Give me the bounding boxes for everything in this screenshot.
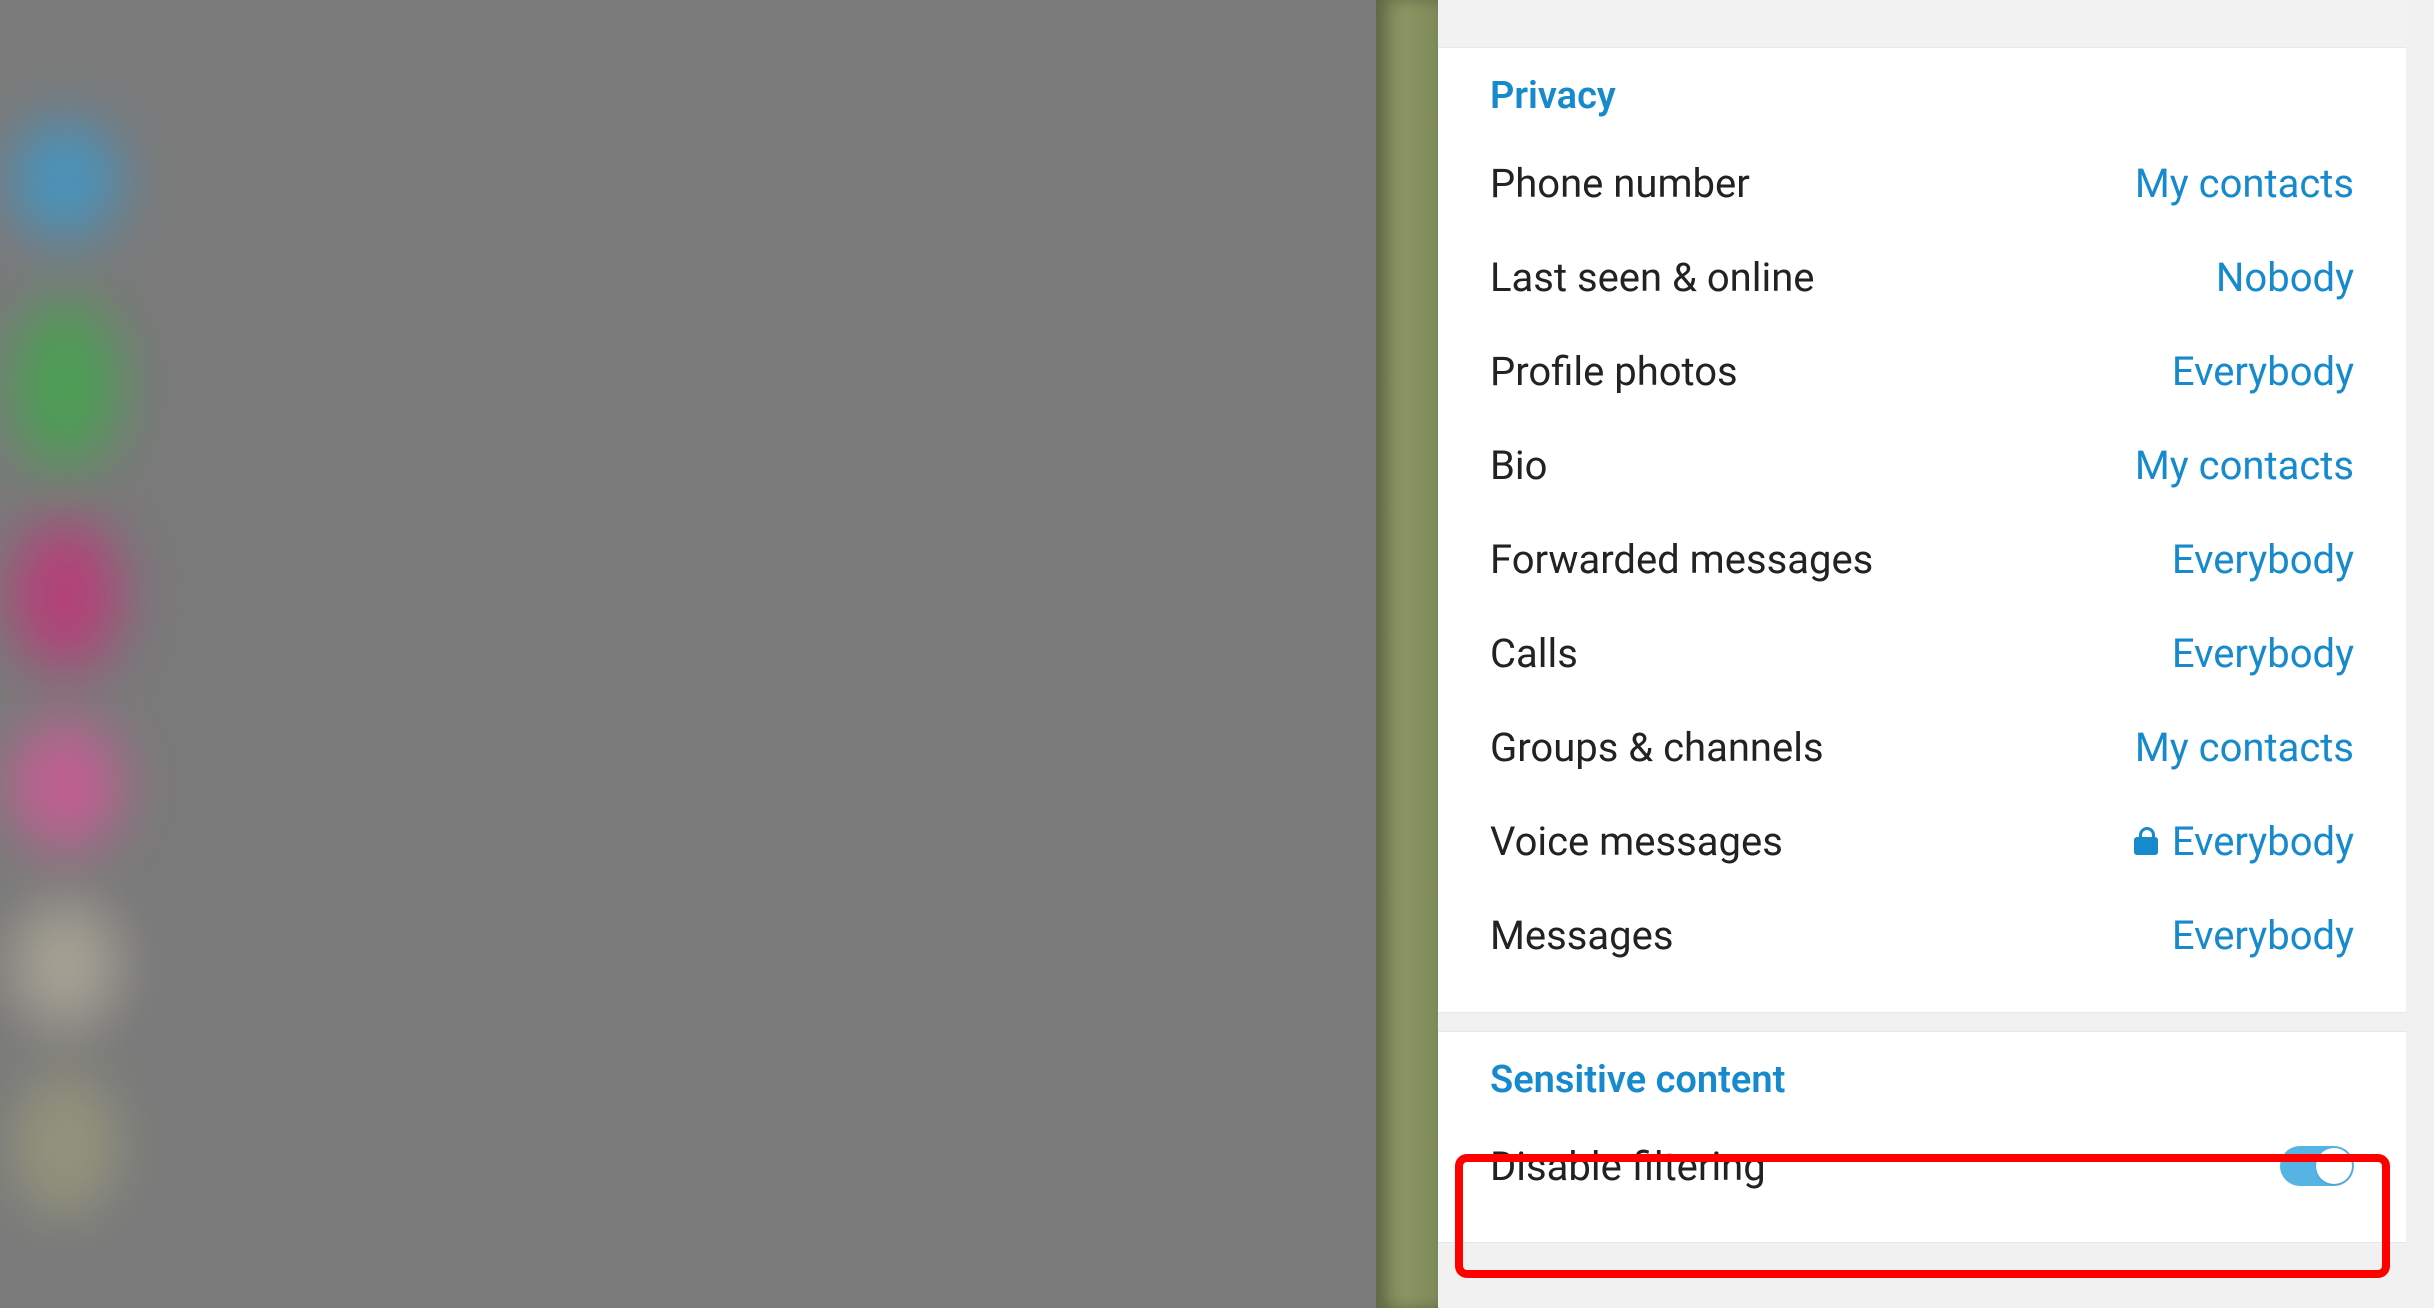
sensitive-content-section-card: Sensitive content Disable filtering xyxy=(1438,1032,2406,1242)
row-label: Phone number xyxy=(1490,160,1750,207)
dimmed-background xyxy=(0,0,1376,1308)
privacy-row-forwarded-messages[interactable]: Forwarded messages Everybody xyxy=(1438,512,2406,606)
sensitive-content-section-title: Sensitive content xyxy=(1438,1058,2406,1120)
row-value: Everybody xyxy=(2172,536,2354,583)
privacy-row-profile-photos[interactable]: Profile photos Everybody xyxy=(1438,324,2406,418)
row-label: Messages xyxy=(1490,912,1674,959)
disable-filtering-row[interactable]: Disable filtering xyxy=(1438,1120,2406,1212)
row-label: Last seen & online xyxy=(1490,254,1815,301)
row-value: Everybody xyxy=(2134,818,2354,865)
disable-filtering-toggle[interactable] xyxy=(2280,1146,2354,1186)
row-value: My contacts xyxy=(2135,160,2354,207)
chat-background-strip xyxy=(1376,0,1438,1308)
row-value: My contacts xyxy=(2135,442,2354,489)
disable-filtering-label: Disable filtering xyxy=(1490,1143,1766,1190)
row-label: Forwarded messages xyxy=(1490,536,1873,583)
row-label: Profile photos xyxy=(1490,348,1738,395)
row-value: Everybody xyxy=(2172,630,2354,677)
privacy-row-last-seen[interactable]: Last seen & online Nobody xyxy=(1438,230,2406,324)
privacy-row-messages[interactable]: Messages Everybody xyxy=(1438,888,2406,982)
row-label: Bio xyxy=(1490,442,1547,489)
lock-icon xyxy=(2134,827,2158,855)
toggle-knob xyxy=(2316,1148,2352,1184)
row-label: Calls xyxy=(1490,630,1578,677)
panel-scrollbar-track[interactable] xyxy=(2410,0,2434,1308)
privacy-row-phone-number[interactable]: Phone number My contacts xyxy=(1438,136,2406,230)
privacy-section-title: Privacy xyxy=(1438,74,2406,136)
blurred-chat-list xyxy=(0,0,130,1308)
privacy-row-bio[interactable]: Bio My contacts xyxy=(1438,418,2406,512)
privacy-row-voice-messages[interactable]: Voice messages Everybody xyxy=(1438,794,2406,888)
row-value-text: Everybody xyxy=(2172,818,2354,865)
privacy-section-card: Privacy Phone number My contacts Last se… xyxy=(1438,48,2406,1012)
row-label: Voice messages xyxy=(1490,818,1783,865)
row-value: Nobody xyxy=(2216,254,2354,301)
privacy-settings-panel: Privacy Phone number My contacts Last se… xyxy=(1438,0,2434,1308)
row-label: Groups & channels xyxy=(1490,724,1824,771)
sensitive-content-description xyxy=(1438,1212,2406,1242)
privacy-row-groups-channels[interactable]: Groups & channels My contacts xyxy=(1438,700,2406,794)
row-value: Everybody xyxy=(2172,348,2354,395)
row-value: Everybody xyxy=(2172,912,2354,959)
privacy-row-calls[interactable]: Calls Everybody xyxy=(1438,606,2406,700)
row-value: My contacts xyxy=(2135,724,2354,771)
